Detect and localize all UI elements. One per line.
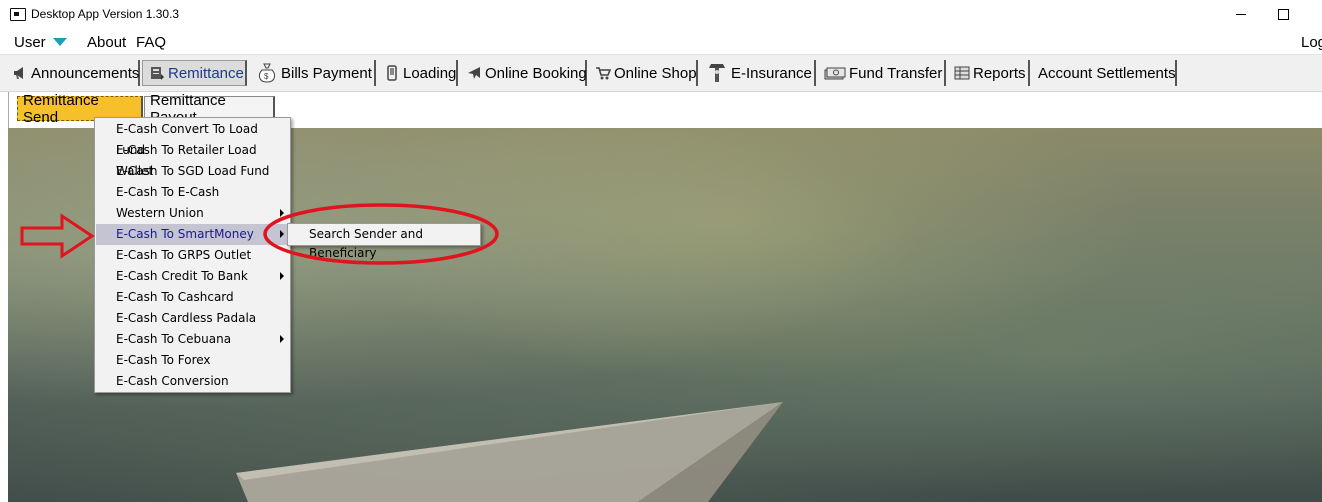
user-dropdown-icon[interactable] [53,38,67,46]
tab-label: Loading [403,64,457,82]
window-title: Desktop App Version 1.30.3 [31,7,180,21]
menu-item-ecash-to-grps-outlet[interactable]: E-Cash To GRPS Outlet [96,245,290,266]
shopping-cart-icon [595,65,612,81]
menu-item-ecash-convert-to-load-fund[interactable]: E-Cash Convert To Load Fund [96,119,290,157]
tab-label: Fund Transfer [849,64,943,82]
tab-label: Reports [973,64,1026,82]
menu-item-ecash-to-forex[interactable]: E-Cash To Forex [96,350,290,371]
menu-item-ecash-to-smartmoney[interactable]: E-Cash To SmartMoney [96,224,290,245]
minimize-button[interactable] [1232,4,1250,24]
submenu-arrow-icon [280,230,284,238]
airplane-icon [466,65,482,81]
menu-item-ecash-credit-to-bank[interactable]: E-Cash Credit To Bank [96,266,290,287]
tab-label: Online Booking [485,64,587,82]
cash-stack-icon [824,65,846,81]
tab-label: Bills Payment [281,64,372,82]
tab-label: Online Shop [614,64,697,82]
remittance-send-menu: E-Cash Convert To Load Fund E-Cash To Re… [94,117,291,393]
menu-item-search-sender-and-beneficiary[interactable]: Search Sender and Beneficiary [289,225,479,260]
tab-loading[interactable]: Loading [378,60,458,86]
report-icon [954,65,970,81]
tab-online-shop[interactable]: Online Shop [589,60,698,86]
tab-label: E-Insurance [731,64,812,82]
menu-item-ecash-cardless-padala[interactable]: E-Cash Cardless Padala [96,308,290,329]
menu-logout[interactable]: Log [1301,34,1322,51]
smartmoney-submenu: Search Sender and Beneficiary [287,223,481,260]
menu-user[interactable]: User [14,34,46,51]
tab-reports[interactable]: Reports [948,60,1030,86]
tab-label: Remittance [168,64,244,82]
menu-about[interactable]: About [87,34,126,51]
submenu-arrow-icon [280,209,284,217]
tab-e-insurance[interactable]: E-Insurance [700,60,816,86]
menu-faq[interactable]: FAQ [136,34,166,51]
tab-label: Announcements [31,64,140,82]
mobile-phone-icon [384,65,400,81]
submenu-arrow-icon [280,272,284,280]
menu-item-ecash-to-ecash[interactable]: E-Cash To E-Cash [96,182,290,203]
remittance-icon [149,65,165,81]
menu-item-ecash-to-cebuana[interactable]: E-Cash To Cebuana [96,329,290,350]
tab-remittance[interactable]: Remittance [142,60,247,86]
tab-bills-payment[interactable]: $ Bills Payment [250,60,376,86]
menu-item-ecash-to-retailer-load-wallet[interactable]: E-Cash To Retailer Load Wallet [96,140,290,178]
submenu-arrow-icon [280,335,284,343]
menu-item-ecash-to-sgd-load-fund[interactable]: E-Cash To SGD Load Fund [96,161,290,182]
tab-online-booking[interactable]: Online Booking [460,60,587,86]
svg-text:$: $ [264,72,269,81]
menu-item-ecash-to-cashcard[interactable]: E-Cash To Cashcard [96,287,290,308]
menu-item-ecash-conversion[interactable]: E-Cash Conversion [96,371,290,392]
menu-item-western-union[interactable]: Western Union [96,203,290,224]
tab-account-settlements[interactable]: Account Settlements [1032,60,1177,86]
maximize-button[interactable] [1275,4,1293,24]
tab-fund-transfer[interactable]: Fund Transfer [818,60,946,86]
main-tab-bar: Announcements Remittance $ Bills Payment… [0,54,1322,92]
menu-bar: User About FAQ Log [0,30,1322,53]
tab-label: Account Settlements [1038,64,1176,82]
megaphone-icon [12,65,28,81]
title-bar: Desktop App Version 1.30.3 [0,0,1322,30]
insurance-icon [706,62,728,84]
tab-announcements[interactable]: Announcements [6,60,140,86]
app-monitor-icon [10,8,26,21]
money-bag-icon: $ [256,62,278,84]
